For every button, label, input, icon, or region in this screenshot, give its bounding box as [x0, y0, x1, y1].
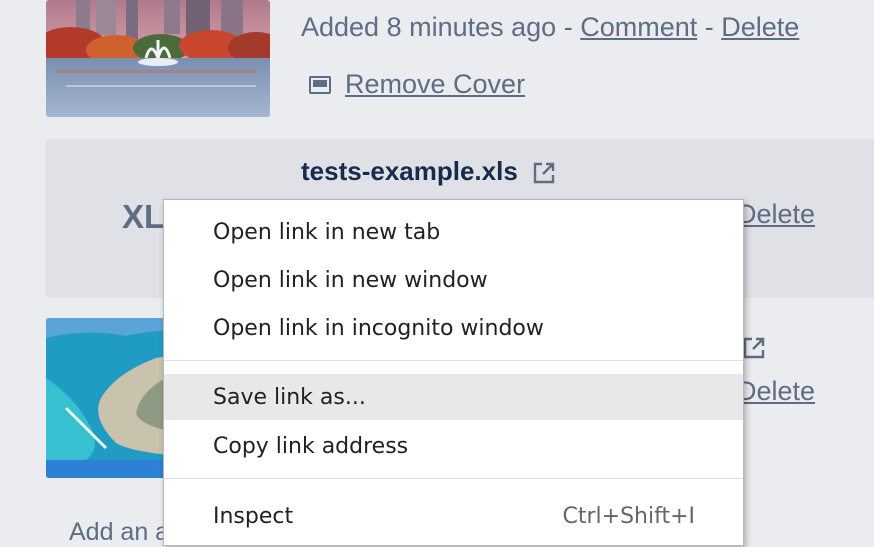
context-menu: Open link in new tab Open link in new wi… [163, 199, 744, 546]
comment-link[interactable]: Comment [580, 12, 697, 42]
menu-separator [164, 478, 743, 479]
attachment-row: Added 8 minutes ago - Comment - Delete R… [46, 0, 874, 120]
delete-link[interactable]: Delete [737, 376, 815, 406]
menu-item-save-link-as[interactable]: Save link as... [164, 374, 743, 420]
attachment-meta: Added 8 minutes ago - Comment - Delete [301, 12, 800, 42]
remove-cover-action[interactable]: Remove Cover [309, 69, 525, 100]
menu-item-open-new-window[interactable]: Open link in new window [164, 257, 743, 303]
delete-link[interactable]: Delete [721, 12, 799, 42]
menu-item-inspect[interactable]: Inspect Ctrl+Shift+I [164, 493, 743, 539]
added-time: Added 8 minutes ago [301, 12, 557, 42]
menu-item-open-incognito[interactable]: Open link in incognito window [164, 305, 743, 351]
attachment-thumbnail[interactable] [46, 0, 270, 117]
attachment-name-link[interactable]: tests-example.xls [301, 156, 518, 186]
inspect-shortcut: Ctrl+Shift+I [562, 503, 695, 529]
menu-separator [164, 360, 743, 361]
external-link-icon[interactable] [532, 161, 556, 190]
external-link-icon[interactable] [742, 336, 766, 365]
menu-item-open-new-tab[interactable]: Open link in new tab [164, 209, 743, 255]
delete-link[interactable]: Delete [737, 199, 815, 229]
menu-item-copy-link-address[interactable]: Copy link address [164, 423, 743, 469]
city-lake-thumbnail-image [46, 0, 270, 117]
remove-cover-link[interactable]: Remove Cover [345, 69, 525, 100]
card-cover-icon [309, 75, 331, 94]
